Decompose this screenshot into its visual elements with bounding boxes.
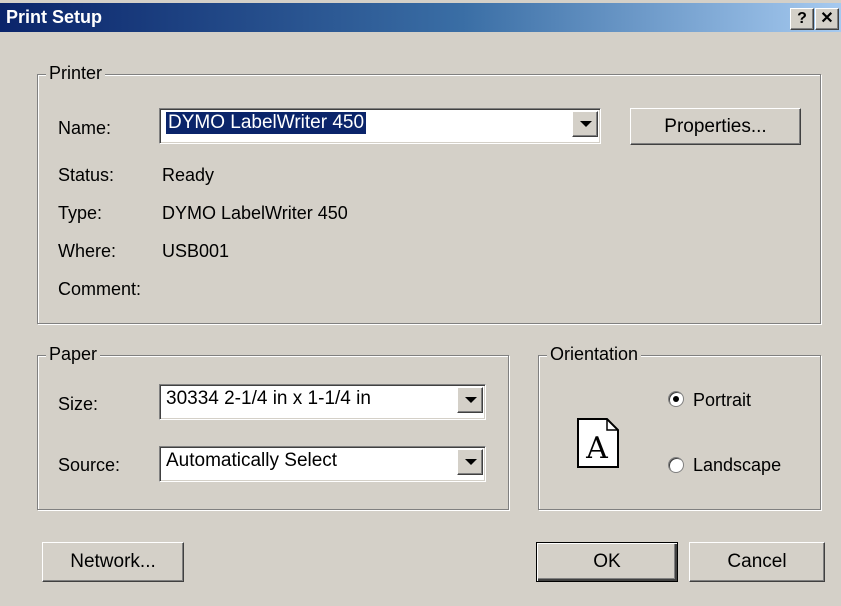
portrait-label[interactable]: Portrait: [693, 390, 751, 411]
orientation-group-label: Orientation: [547, 344, 642, 365]
ok-button[interactable]: OK: [536, 542, 678, 582]
paper-source-label: Source:: [58, 455, 121, 475]
where-label: Where:: [58, 241, 117, 261]
print-setup-dialog: Print Setup ? ✕ Printer Name: DYMO Label…: [0, 0, 841, 606]
printer-group-label: Printer: [46, 63, 106, 84]
status-value: Ready: [162, 165, 215, 185]
printer-name-value: DYMO LabelWriter 450: [166, 112, 367, 134]
printer-name-label: Name:: [58, 118, 112, 138]
paper-source-value: Automatically Select: [166, 450, 338, 471]
printer-name-select[interactable]: DYMO LabelWriter 450: [159, 108, 601, 144]
cancel-button[interactable]: Cancel: [689, 542, 825, 582]
help-button[interactable]: ?: [790, 8, 814, 30]
radio-selected-dot: [673, 396, 679, 402]
chevron-down-icon: [580, 121, 592, 127]
window-title: Print Setup: [6, 7, 103, 27]
type-value: DYMO LabelWriter 450: [162, 203, 348, 223]
paper-size-value: 30334 2-1/4 in x 1-1/4 in: [166, 388, 371, 409]
comment-label: Comment:: [58, 279, 142, 299]
type-label: Type:: [58, 203, 103, 223]
printer-name-dropdown-button[interactable]: [572, 111, 598, 137]
close-icon: ✕: [820, 10, 834, 27]
chevron-down-icon: [465, 459, 477, 465]
paper-size-select[interactable]: 30334 2-1/4 in x 1-1/4 in: [159, 384, 486, 420]
paper-group: Paper: [37, 344, 509, 510]
properties-button[interactable]: Properties...: [630, 108, 801, 145]
status-label: Status:: [58, 165, 115, 185]
close-button[interactable]: ✕: [815, 8, 839, 30]
paper-source-dropdown-button[interactable]: [457, 449, 483, 475]
chevron-down-icon: [465, 397, 477, 403]
page-icon-letter: A: [585, 431, 608, 466]
paper-group-label: Paper: [46, 344, 101, 365]
where-value: USB001: [162, 241, 230, 261]
page-orientation-icon: A: [577, 418, 619, 468]
paper-source-select[interactable]: Automatically Select: [159, 446, 486, 482]
help-icon: ?: [797, 10, 807, 27]
title-bar[interactable]: Print Setup ? ✕: [0, 3, 841, 32]
paper-size-label: Size:: [58, 394, 99, 414]
landscape-label[interactable]: Landscape: [693, 455, 781, 476]
network-button[interactable]: Network...: [42, 542, 184, 582]
landscape-radio[interactable]: [668, 457, 684, 473]
portrait-radio[interactable]: [668, 391, 684, 407]
paper-size-dropdown-button[interactable]: [457, 387, 483, 413]
